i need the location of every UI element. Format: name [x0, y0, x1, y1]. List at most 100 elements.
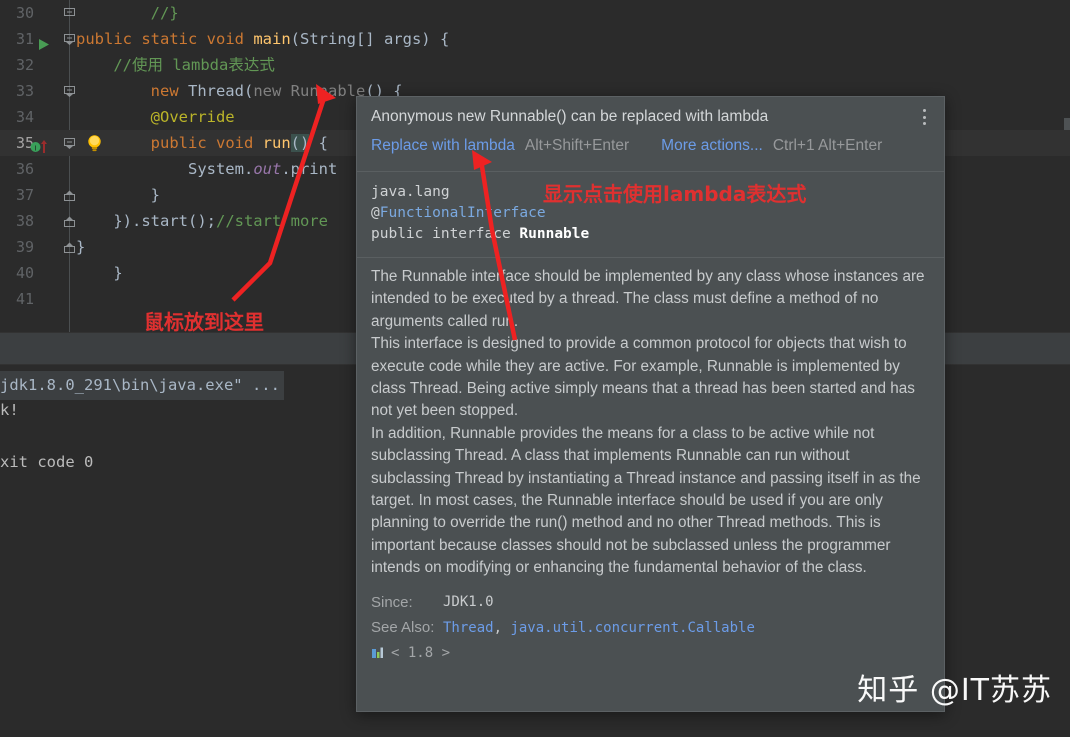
fold-end-top-icon[interactable] [64, 8, 75, 19]
doc-paragraph: The Runnable interface should be impleme… [371, 268, 925, 330]
line-number: 38 [15, 212, 34, 230]
code-token: } [76, 238, 86, 256]
fold-open-icon[interactable] [64, 86, 75, 97]
line-number: 31 [15, 30, 34, 48]
code-token: void [215, 134, 263, 152]
code-text: } [76, 182, 160, 208]
line-number: 35 [15, 134, 34, 152]
code-token: @Override [150, 108, 235, 126]
since-value: JDK1.0 [443, 593, 494, 610]
code-text: new Thread(new Runnable() { [76, 78, 403, 104]
code-token: //} [150, 4, 179, 22]
kebab-dot [922, 115, 926, 119]
code-text: public void run() { [76, 130, 328, 156]
code-line[interactable]: 31 public static void main(String[] args)… [0, 26, 1070, 52]
replace-with-lambda-link[interactable]: Replace with lambda [371, 137, 515, 155]
code-token: //start more [215, 212, 328, 230]
line-number: 32 [15, 56, 34, 74]
code-token: System. [187, 160, 254, 178]
line-number: 30 [15, 4, 34, 22]
fold-close-icon[interactable] [64, 242, 75, 253]
javadoc-body: The Runnable interface should be impleme… [357, 258, 944, 584]
see-also-link[interactable]: Thread [443, 620, 494, 636]
line-number: 40 [15, 264, 34, 282]
more-actions-link[interactable]: More actions... [661, 137, 763, 155]
run-gutter-icon[interactable] [38, 33, 50, 50]
code-token: Runnable [290, 82, 366, 100]
line-number: 41 [15, 290, 34, 308]
line-number: 34 [15, 108, 34, 126]
console-command-text: jdk1.8.0_291\bin\java.exe" ... [0, 371, 284, 400]
declaration-line: public interface Runnable [371, 224, 930, 245]
module-chart-icon [372, 647, 383, 658]
code-text: //使用 lambda表达式 [76, 52, 275, 78]
more-actions-shortcut: Ctrl+1 Alt+Enter [772, 137, 883, 154]
replace-with-lambda-shortcut: Alt+Shift+Enter [524, 137, 630, 154]
code-line[interactable]: 30 //} [0, 0, 1070, 26]
see-also-separator: , [493, 619, 511, 636]
line-number: 37 [15, 186, 34, 204]
svg-text:I: I [34, 145, 36, 153]
code-token: new [150, 82, 188, 100]
code-token: run [262, 134, 291, 152]
code-token: Thread [187, 82, 244, 100]
see-also-label: See Also: [371, 618, 435, 636]
code-token: public [150, 134, 216, 152]
code-token: main [253, 30, 291, 48]
code-token: void [206, 30, 254, 48]
kebab-menu-icon[interactable] [916, 107, 932, 127]
fold-close-icon[interactable] [64, 190, 75, 201]
code-text: }).start();//start more [76, 208, 328, 234]
at-symbol: @ [371, 205, 380, 221]
console-output-text: k! [0, 401, 19, 419]
watermark: 知乎 @IT苏苏 [857, 673, 1052, 708]
code-line[interactable]: 32 //使用 lambda表达式 [0, 52, 1070, 78]
kebab-dot [922, 109, 926, 112]
code-token: out [253, 160, 282, 178]
javadoc-meta: Since: JDK1.0 See Also: Thread, java.uti… [357, 584, 944, 641]
fold-open-icon[interactable] [64, 138, 75, 149]
code-token: (String[] args) { [290, 30, 450, 48]
ide-screenshot: 30 //} 31 public static void main(String[]… [0, 0, 1070, 737]
editor-scrollbar-thumb[interactable] [1064, 118, 1070, 130]
module-version-text: < 1.8 > [391, 644, 451, 661]
code-token: } [76, 264, 123, 282]
code-token: }).start(); [76, 212, 216, 230]
type-name: Runnable [519, 226, 590, 242]
code-token: new [253, 82, 291, 100]
console-output-text: xit code 0 [0, 453, 94, 471]
code-text: @Override [76, 104, 235, 130]
fold-close-icon[interactable] [64, 216, 75, 227]
code-token: //使用 lambda表达式 [113, 56, 275, 74]
see-also-values: Thread, java.util.concurrent.Callable [443, 615, 755, 641]
kebab-dot [922, 122, 926, 125]
inspection-title: Anonymous new Runnable() can be replaced… [371, 108, 769, 125]
see-also-link[interactable]: java.util.concurrent.Callable [510, 620, 754, 636]
fold-open-icon[interactable] [64, 34, 75, 45]
code-token: { [309, 134, 328, 152]
doc-paragraph: In addition, Runnable provides the means… [371, 424, 921, 577]
since-label: Since: [371, 593, 413, 611]
annotation-right-note: 显示点击使用lambda表达式 [543, 182, 807, 206]
line-number: 33 [15, 82, 34, 100]
module-version-row: < 1.8 > [357, 641, 944, 661]
annotation-name: FunctionalInterface [379, 205, 546, 221]
code-text: } [76, 234, 85, 260]
code-token: static [141, 30, 207, 48]
line-number: 36 [15, 160, 34, 178]
code-token: ( [243, 82, 254, 100]
declaration-keywords: public interface [371, 226, 520, 242]
see-also-row: See Also: Thread, java.util.concurrent.C… [371, 615, 928, 641]
code-token: () [290, 134, 310, 152]
code-text: } [76, 260, 123, 286]
popup-action-row: Replace with lambda Alt+Shift+Enter More… [371, 137, 930, 155]
code-text: public static void main(String[] args) { [76, 26, 449, 52]
breakpoint-icon[interactable]: I [30, 136, 52, 153]
annotation-left-note: 鼠标放到这里 [144, 310, 264, 334]
